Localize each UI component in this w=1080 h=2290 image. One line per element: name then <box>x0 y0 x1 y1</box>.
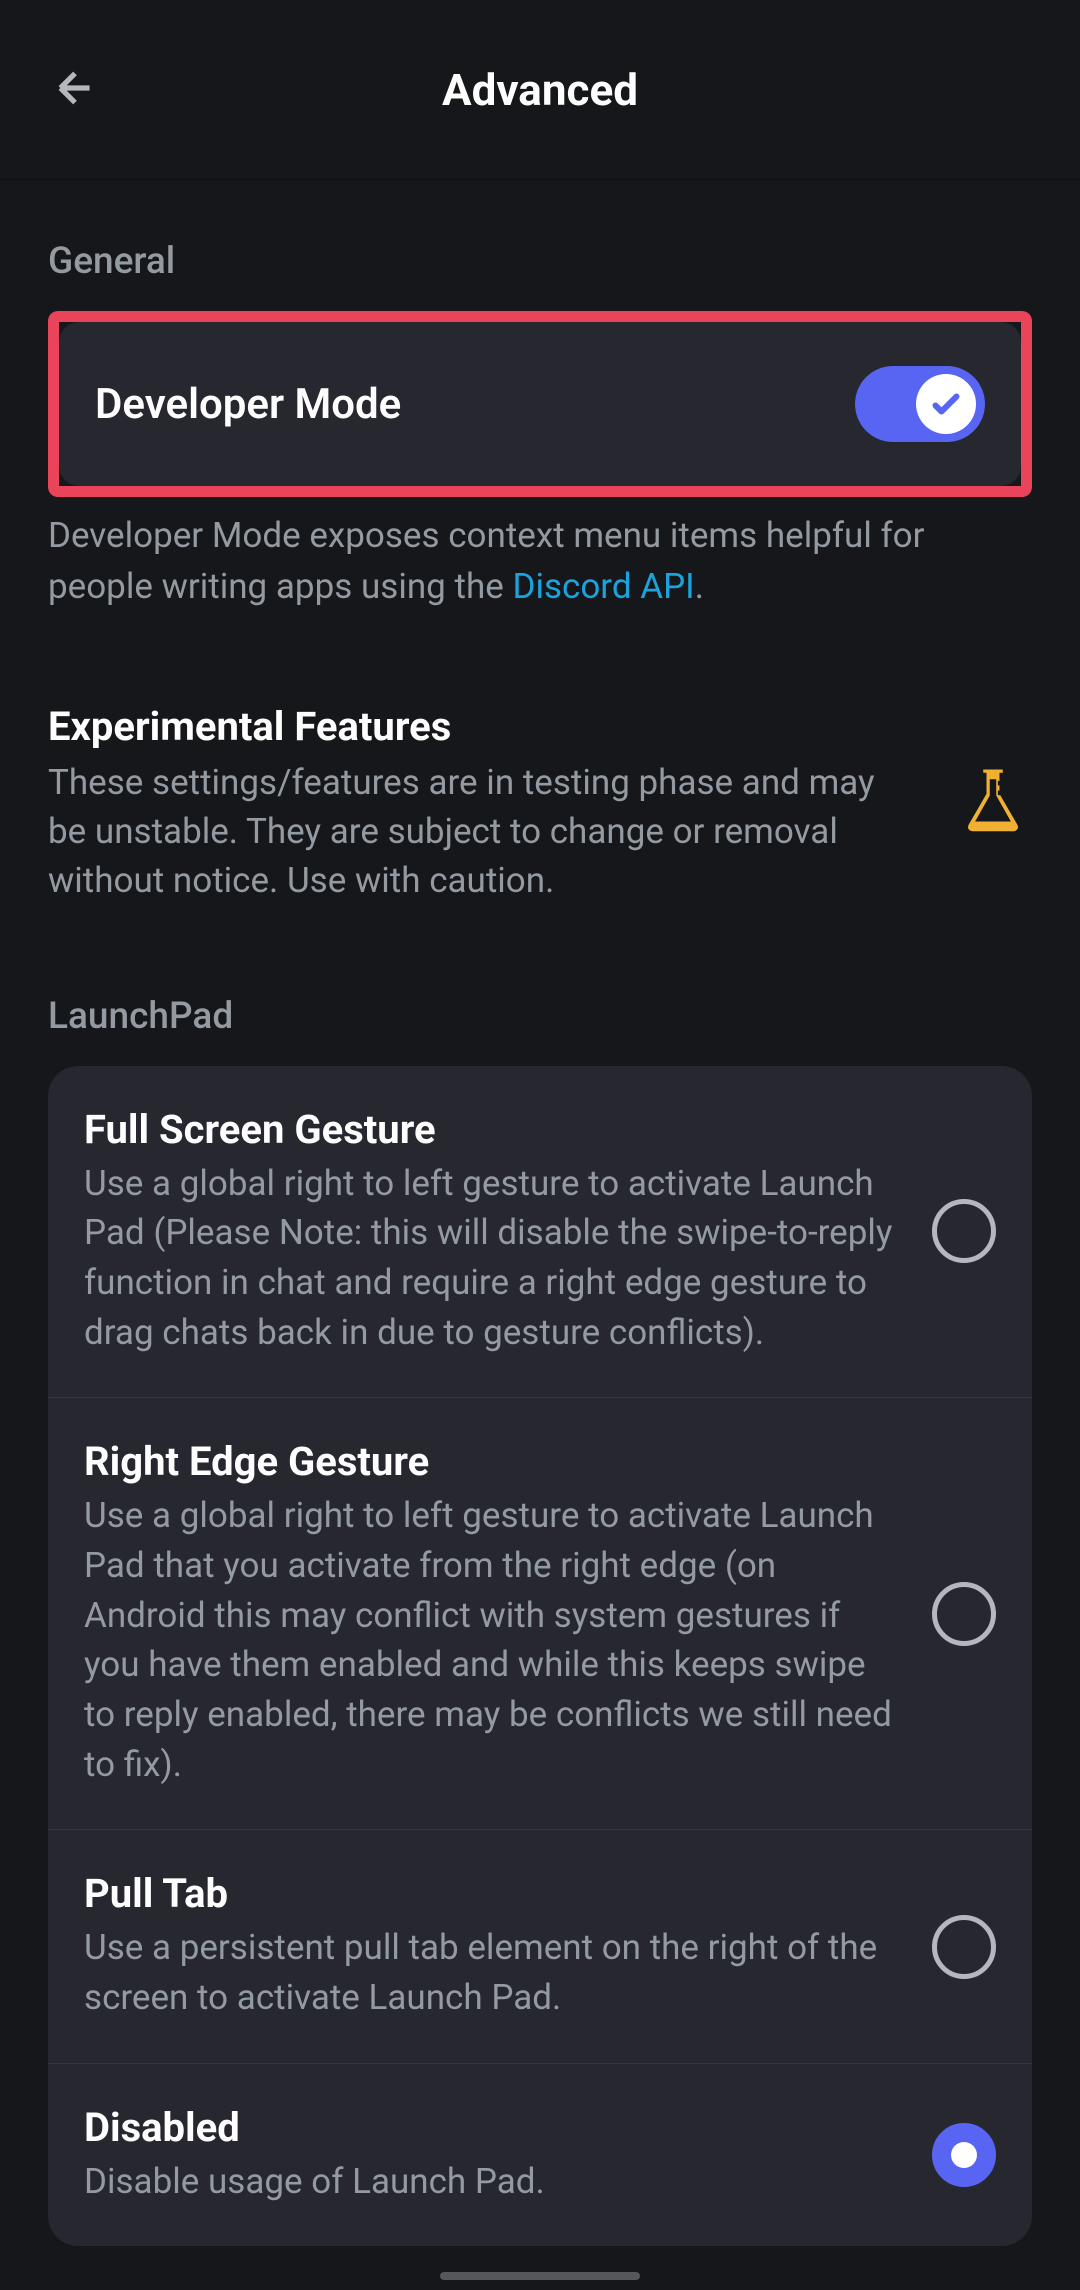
option-desc: Disable usage of Launch Pad. <box>84 2157 902 2207</box>
radio-pull-tab[interactable] <box>932 1915 996 1979</box>
section-label-general: General <box>48 240 1032 283</box>
developer-mode-label: Developer Mode <box>95 380 401 429</box>
option-disabled[interactable]: Disabled Disable usage of Launch Pad. <box>48 2064 1032 2247</box>
launchpad-options: Full Screen Gesture Use a global right t… <box>48 1066 1032 2247</box>
option-pull-tab[interactable]: Pull Tab Use a persistent pull tab eleme… <box>48 1830 1032 2063</box>
option-right-edge-gesture[interactable]: Right Edge Gesture Use a global right to… <box>48 1398 1032 1830</box>
developer-mode-row[interactable]: Developer Mode <box>59 322 1021 486</box>
option-title: Right Edge Gesture <box>84 1438 902 1485</box>
content: General Developer Mode Developer Mode ex… <box>0 180 1080 2246</box>
developer-mode-toggle[interactable] <box>855 366 985 442</box>
section-label-launchpad: LaunchPad <box>48 995 1032 1038</box>
discord-api-link[interactable]: Discord API <box>512 566 694 607</box>
experimental-desc: These settings/features are in testing p… <box>48 758 916 905</box>
radio-full-screen[interactable] <box>932 1199 996 1263</box>
option-title: Pull Tab <box>84 1870 902 1917</box>
experimental-text: Experimental Features These settings/fea… <box>48 703 916 905</box>
developer-mode-description: Developer Mode exposes context menu item… <box>48 511 1032 613</box>
experimental-section: Experimental Features These settings/fea… <box>48 703 1032 905</box>
page-title: Advanced <box>50 64 1030 116</box>
option-desc: Use a persistent pull tab element on the… <box>84 1923 902 2022</box>
option-desc: Use a global right to left gesture to ac… <box>84 1159 902 1358</box>
check-icon <box>928 386 964 422</box>
home-indicator <box>440 2272 640 2280</box>
option-title: Disabled <box>84 2104 902 2151</box>
option-full-screen-gesture[interactable]: Full Screen Gesture Use a global right t… <box>48 1066 1032 1399</box>
toggle-thumb <box>916 374 976 434</box>
flask-icon <box>954 763 1032 841</box>
highlight-box: Developer Mode <box>48 311 1032 497</box>
radio-right-edge[interactable] <box>932 1582 996 1646</box>
experimental-title: Experimental Features <box>48 703 916 750</box>
option-desc: Use a global right to left gesture to ac… <box>84 1491 902 1789</box>
radio-disabled[interactable] <box>932 2123 996 2187</box>
header: Advanced <box>0 0 1080 180</box>
option-title: Full Screen Gesture <box>84 1106 902 1153</box>
